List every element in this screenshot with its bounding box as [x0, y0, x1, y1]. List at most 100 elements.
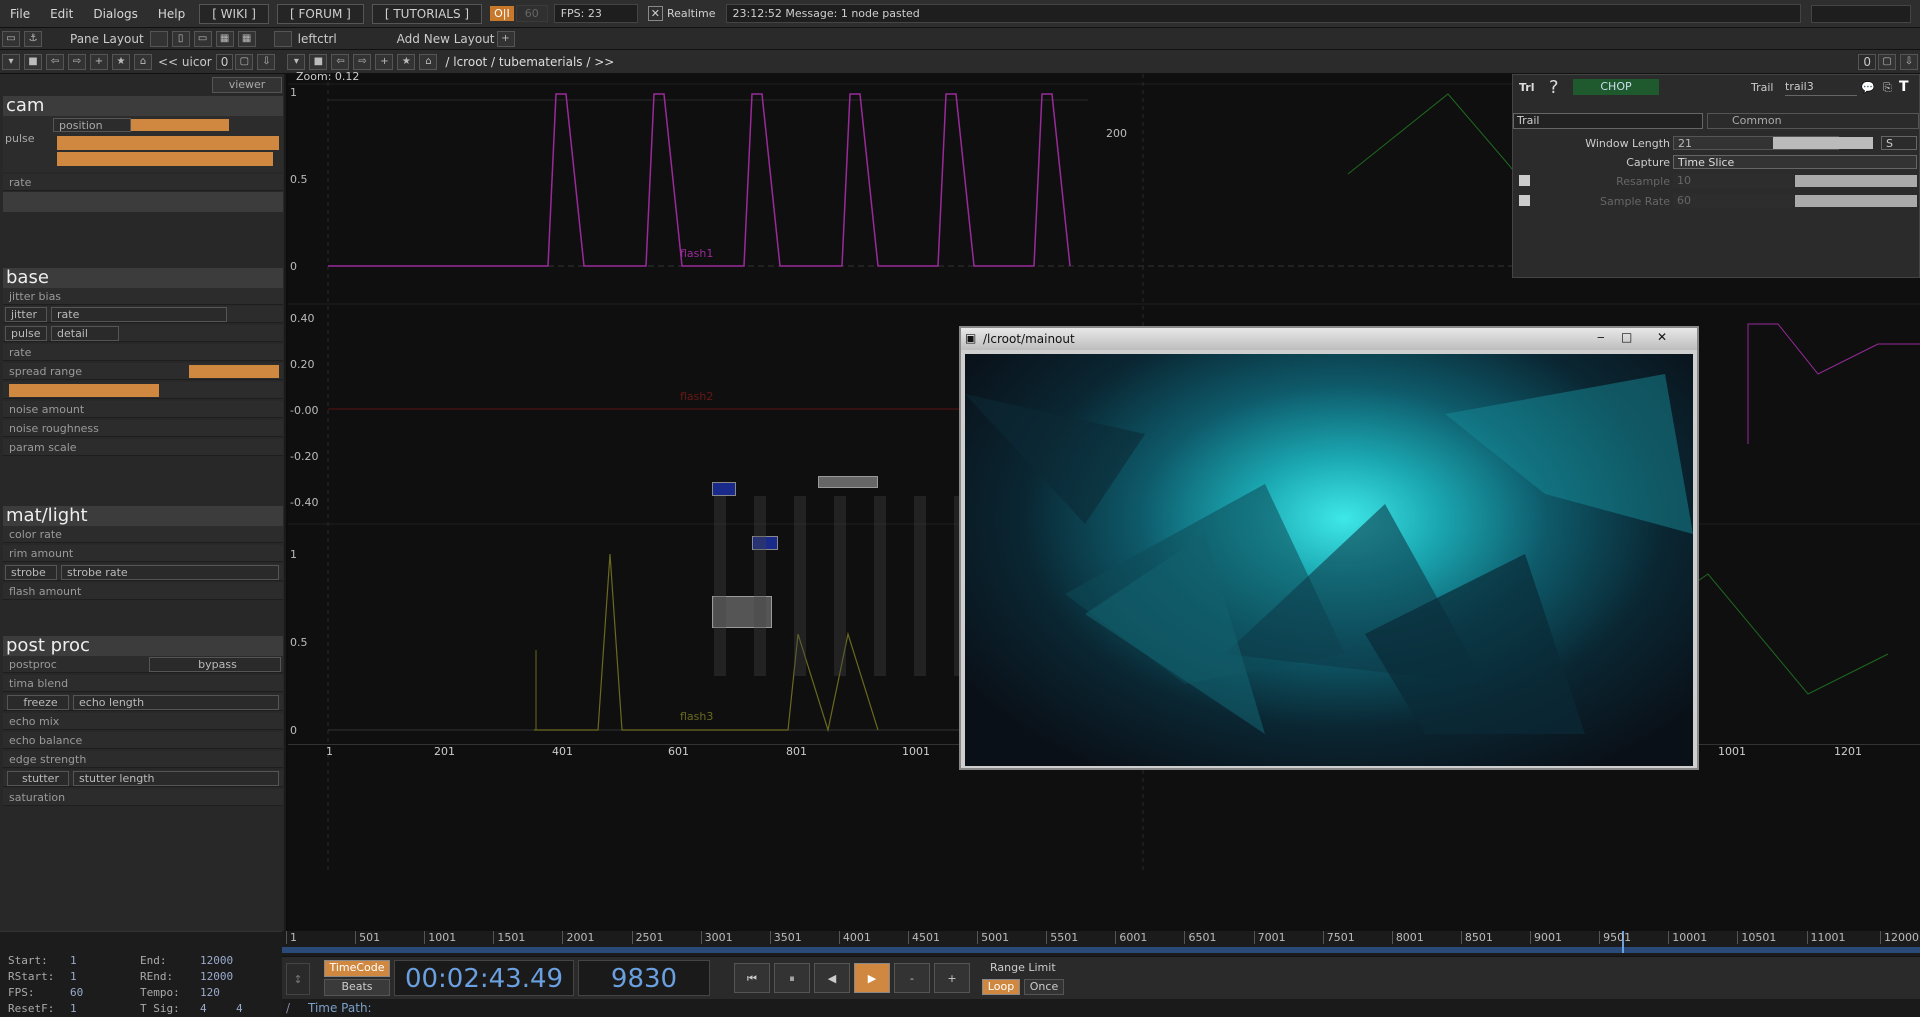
capture-menu[interactable]: Time Slice — [1673, 155, 1917, 169]
window-icon[interactable]: ▢ — [235, 53, 254, 70]
resample-checkbox[interactable] — [1519, 175, 1530, 186]
add-2-icon[interactable]: + — [375, 53, 394, 70]
tsig-value-2[interactable]: 4 — [236, 1002, 243, 1015]
cam-rate-row[interactable]: rate — [3, 174, 283, 191]
echo-mix-row[interactable]: echo mix — [3, 713, 283, 730]
stop-icon[interactable]: ■ — [24, 53, 42, 70]
download-2-icon[interactable]: ⇩ — [1900, 53, 1918, 70]
dropdown-icon[interactable]: ▾ — [2, 53, 20, 70]
timecode-button[interactable]: TimeCode — [324, 960, 390, 977]
menu-help[interactable]: Help — [148, 7, 195, 21]
viewer-window[interactable]: ▣ /lcroot/mainout ‒ □ ✕ — [959, 326, 1699, 770]
plus-icon[interactable]: + — [496, 30, 515, 47]
realtime-checkbox[interactable]: ✕ Realtime — [647, 6, 716, 21]
noise-roughness-row[interactable]: noise roughness — [3, 420, 283, 437]
end-value[interactable]: 12000 — [200, 954, 233, 967]
op-name-field[interactable]: trail3 — [1785, 80, 1857, 96]
leftctrl-icon[interactable] — [273, 30, 292, 47]
help-icon[interactable]: ? — [1549, 77, 1559, 98]
detail-button[interactable]: detail — [51, 326, 119, 341]
viewer-button[interactable]: viewer — [212, 77, 282, 93]
node-cluster[interactable] — [698, 476, 978, 676]
tima-blend-row[interactable]: tima blend — [3, 675, 283, 692]
sample-rate-field[interactable]: 60 — [1673, 194, 1793, 208]
param-scale-row[interactable]: param scale — [3, 439, 283, 456]
text-icon[interactable]: T — [1899, 79, 1909, 95]
tempo-value[interactable]: 120 — [200, 986, 220, 999]
layout-1-icon[interactable] — [149, 30, 168, 47]
base-rate-row[interactable]: rate — [3, 344, 283, 361]
window-length-slider[interactable] — [1773, 137, 1873, 149]
stutter-length-field[interactable]: stutter length — [73, 771, 279, 786]
pulse-slider-1[interactable] — [57, 136, 279, 150]
start-value[interactable]: 1 — [70, 954, 77, 967]
freeze-button[interactable]: freeze — [7, 695, 69, 710]
pause-icon[interactable]: ⏸ — [774, 963, 810, 993]
flash-amount-row[interactable]: flash amount — [3, 583, 283, 600]
layout-5-icon[interactable]: ▦ — [237, 30, 256, 47]
network-icon[interactable]: ⚓ — [24, 30, 42, 47]
star-2-icon[interactable]: ★ — [397, 53, 416, 70]
step-forward-button[interactable]: + — [934, 963, 970, 993]
rim-amount-row[interactable]: rim amount — [3, 545, 283, 562]
minimize-icon[interactable]: ‒ — [1597, 330, 1605, 344]
layout-3-icon[interactable]: ▭ — [193, 30, 212, 47]
network-path[interactable]: / lcroot / tubematerials / >> — [445, 55, 614, 69]
color-rate-row[interactable]: color rate — [3, 526, 283, 543]
uicor-label[interactable]: << uicor — [158, 55, 212, 69]
home-icon[interactable]: ⌂ — [134, 53, 152, 70]
echo-balance-row[interactable]: echo balance — [3, 732, 283, 749]
timeline-ruler[interactable]: 1 501 1001 1501 2001 2501 3001 3501 4001 4501 5001… — [282, 931, 1920, 956]
sample-rate-checkbox[interactable] — [1519, 195, 1530, 206]
timecode-display[interactable]: 00:02:43.49 — [394, 960, 574, 996]
back-2-icon[interactable]: ⇦ — [331, 53, 350, 70]
comment-icon[interactable]: 💬 — [1861, 81, 1875, 94]
rewind-icon[interactable]: ⏮ — [734, 963, 770, 993]
pane-icon[interactable]: ▭ — [2, 30, 20, 47]
add-icon[interactable]: + — [90, 53, 108, 70]
tsig-value-1[interactable]: 4 — [200, 1002, 207, 1015]
edge-strength-row[interactable]: edge strength — [3, 751, 283, 768]
home-2-icon[interactable]: ⌂ — [419, 53, 438, 70]
strobe-rate-field[interactable]: strobe rate — [61, 565, 279, 580]
menu-dialogs[interactable]: Dialogs — [83, 7, 147, 21]
dropdown-2-icon[interactable]: ▾ — [287, 53, 306, 70]
menu-file[interactable]: File — [0, 7, 40, 21]
saturation-row[interactable]: saturation — [3, 789, 283, 806]
pulse-button[interactable]: pulse — [5, 326, 47, 341]
resetf-value[interactable]: 1 — [70, 1002, 77, 1015]
frame-display[interactable]: 9830 — [578, 960, 710, 996]
add-layout-label[interactable]: Add New Layout — [397, 32, 495, 46]
clone-icon[interactable]: ⎘ — [1883, 81, 1892, 95]
back-icon[interactable]: ⇦ — [46, 53, 64, 70]
resample-slider[interactable] — [1795, 175, 1917, 187]
forward-2-icon[interactable]: ⇨ — [353, 53, 372, 70]
jitter-rate-field[interactable]: rate — [51, 307, 227, 322]
rstart-value[interactable]: 1 — [70, 970, 77, 983]
forward-icon[interactable]: ⇨ — [68, 53, 86, 70]
layout-2-icon[interactable]: ▯ — [171, 30, 190, 47]
maximize-icon[interactable]: □ — [1621, 330, 1632, 344]
resample-field[interactable]: 10 — [1673, 174, 1793, 188]
menu-edit[interactable]: Edit — [40, 7, 83, 21]
beats-button[interactable]: Beats — [324, 979, 390, 996]
fps-value[interactable]: 60 — [70, 986, 83, 999]
wiki-button[interactable]: [ WIKI ] — [199, 3, 269, 24]
spread-range-slider-2[interactable] — [9, 384, 159, 397]
close-icon[interactable]: ✕ — [1657, 330, 1667, 344]
play-backward-icon[interactable]: ◀ — [814, 963, 850, 993]
echo-length-field[interactable]: echo length — [73, 695, 279, 710]
spread-range-slider[interactable] — [189, 365, 279, 378]
time-path-label[interactable]: Time Path: — [308, 1001, 372, 1015]
pulse-slider-2[interactable] — [57, 152, 273, 166]
rend-value[interactable]: 12000 — [200, 970, 233, 983]
jitter-bias-row[interactable]: jitter bias — [3, 288, 283, 305]
step-back-button[interactable]: - — [894, 963, 930, 993]
stutter-button[interactable]: stutter — [7, 771, 69, 786]
sixty-toggle[interactable]: 60 — [515, 5, 548, 22]
position-slider[interactable] — [131, 119, 229, 131]
forum-button[interactable]: [ FORUM ] — [277, 3, 364, 24]
bypass-button[interactable]: bypass — [149, 657, 281, 672]
tab-trail[interactable]: Trail — [1513, 113, 1703, 129]
tutorials-button[interactable]: [ TUTORIALS ] — [371, 3, 483, 24]
